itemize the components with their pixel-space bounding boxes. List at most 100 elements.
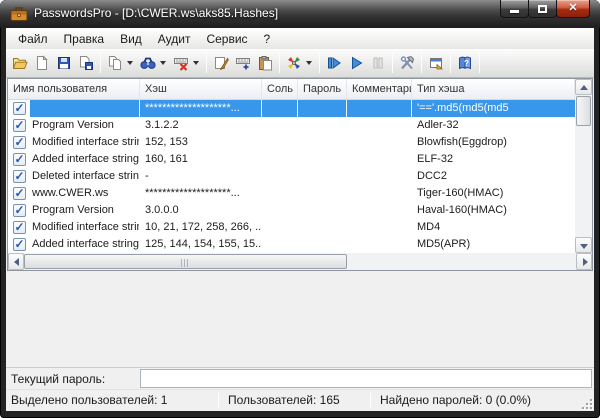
menu-audit[interactable]: Аудит — [150, 30, 199, 48]
maximize-button[interactable] — [528, 0, 557, 18]
cell-username: Added interface strings — [30, 151, 140, 168]
row-checkbox[interactable] — [13, 119, 26, 132]
scroll-down-button[interactable] — [575, 237, 592, 253]
find-dropdown-arrow[interactable] — [160, 61, 166, 65]
toolbar-separator — [392, 53, 393, 73]
status-total-users: Пользователей: 165 — [228, 393, 340, 407]
save-button[interactable] — [53, 52, 75, 74]
copy-dropdown-arrow[interactable] — [127, 61, 133, 65]
attack-dropdown-arrow[interactable] — [306, 61, 312, 65]
new-button[interactable] — [31, 52, 53, 74]
menu-help[interactable]: ? — [256, 30, 279, 48]
table-row[interactable]: ********************... '=='.md5(md5(md5 — [8, 100, 575, 117]
attack-options-button[interactable] — [283, 52, 305, 74]
column-header-username[interactable]: Имя пользователя — [8, 79, 140, 99]
column-header-hash[interactable]: Хэш — [140, 79, 262, 99]
cell-comment — [347, 117, 412, 134]
horizontal-scroll-thumb[interactable] — [24, 254, 347, 269]
find-button[interactable] — [137, 52, 159, 74]
menu-edit[interactable]: Правка — [56, 30, 113, 48]
cell-salt — [262, 219, 298, 236]
row-checkbox[interactable] — [13, 102, 26, 115]
help-book-icon: ? — [457, 55, 473, 71]
current-password-input[interactable] — [140, 369, 592, 388]
row-checkbox[interactable] — [13, 238, 26, 251]
edit-record-button[interactable] — [210, 52, 232, 74]
row-checkbox[interactable] — [13, 170, 26, 183]
cell-username — [30, 100, 140, 117]
help-button[interactable]: ? — [454, 52, 476, 74]
cell-hashtype: Haval-160(HMAC) — [412, 202, 575, 219]
scroll-up-button[interactable] — [575, 79, 592, 95]
tools-icon — [399, 55, 415, 71]
column-header-password[interactable]: Пароль — [298, 79, 347, 99]
open-button[interactable] — [9, 52, 31, 74]
menubar: Файл Правка Вид Аудит Сервис ? — [6, 28, 594, 49]
vertical-scroll-thumb[interactable] — [576, 96, 591, 126]
cell-comment — [347, 202, 412, 219]
attack-icon — [286, 55, 302, 71]
copy-button[interactable] — [104, 52, 126, 74]
paste-button[interactable] — [254, 52, 276, 74]
toolbar-separator — [450, 53, 451, 73]
cell-comment — [347, 236, 412, 253]
cell-salt — [262, 185, 298, 202]
table-row[interactable]: Program Version 3.0.0.0 Haval-160(HMAC) — [8, 202, 575, 219]
cell-hashtype: MD4 — [412, 219, 575, 236]
table-row[interactable]: Deleted interface strings - DCC2 — [8, 168, 575, 185]
cell-hashtype: DCC2 — [412, 168, 575, 185]
table-row[interactable]: www.CWER.ws ********************... Tige… — [8, 185, 575, 202]
status-separator — [218, 393, 219, 408]
cell-hash: 125, 144, 154, 155, 15... — [140, 236, 262, 253]
play-icon — [348, 55, 364, 71]
toolbar-separator — [319, 53, 320, 73]
delete-dropdown-arrow[interactable] — [193, 61, 199, 65]
status-selected-users: Выделено пользователей: 1 — [11, 393, 167, 407]
titlebar[interactable]: PasswordsPro - [D:\CWER.ws\aks85.Hashes]… — [0, 0, 600, 28]
save-copy-button[interactable] — [75, 52, 97, 74]
table-row[interactable]: Program Version 3.1.2.2 Adler-32 — [8, 117, 575, 134]
menu-service[interactable]: Сервис — [198, 30, 255, 48]
minimize-button[interactable] — [500, 0, 529, 18]
new-document-icon — [34, 55, 50, 71]
recovery-start-button[interactable] — [345, 52, 367, 74]
column-header-salt[interactable]: Соль — [262, 79, 298, 99]
row-checkbox[interactable] — [13, 187, 26, 200]
horizontal-scrollbar[interactable] — [8, 253, 592, 270]
options-button[interactable] — [425, 52, 447, 74]
toolbar-separator — [479, 53, 480, 73]
toolbar: ? — [6, 49, 594, 78]
cell-username: Modified interface strings — [30, 134, 140, 151]
cell-hashtype: '=='.md5(md5(md5 — [412, 100, 575, 117]
cell-comment — [347, 185, 412, 202]
row-checkbox[interactable] — [13, 221, 26, 234]
tools-button[interactable] — [396, 52, 418, 74]
cell-comment — [347, 151, 412, 168]
row-checkbox[interactable] — [13, 204, 26, 217]
table-row[interactable]: Modified interface strings 10, 21, 172, … — [8, 219, 575, 236]
scroll-right-button[interactable] — [576, 253, 592, 270]
row-checkbox[interactable] — [13, 136, 26, 149]
cell-comment — [347, 100, 412, 117]
delete-records-button[interactable] — [170, 52, 192, 74]
vertical-scrollbar[interactable] — [575, 79, 592, 253]
toolbar-separator — [206, 53, 207, 73]
table-row[interactable]: Added interface strings 160, 161 ELF-32 — [8, 151, 575, 168]
open-folder-icon — [12, 55, 28, 71]
arrow-right-icon — [583, 258, 588, 266]
scroll-left-button[interactable] — [8, 253, 24, 270]
table-row[interactable]: Added interface strings 125, 144, 154, 1… — [8, 236, 575, 253]
recovery-pause-button[interactable] — [367, 52, 389, 74]
cell-username: www.CWER.ws — [30, 185, 140, 202]
paste-icon — [257, 55, 273, 71]
add-record-button[interactable] — [232, 52, 254, 74]
resize-grip[interactable] — [582, 399, 592, 409]
menu-view[interactable]: Вид — [112, 30, 150, 48]
close-button[interactable]: ✕ — [556, 0, 590, 18]
recovery-resume-button[interactable] — [323, 52, 345, 74]
column-header-comment[interactable]: Комментарий — [347, 79, 412, 99]
row-checkbox[interactable] — [13, 153, 26, 166]
column-header-hashtype[interactable]: Тип хэша — [412, 79, 575, 99]
table-row[interactable]: Modified interface strings 152, 153 Blow… — [8, 134, 575, 151]
menu-file[interactable]: Файл — [10, 30, 56, 48]
